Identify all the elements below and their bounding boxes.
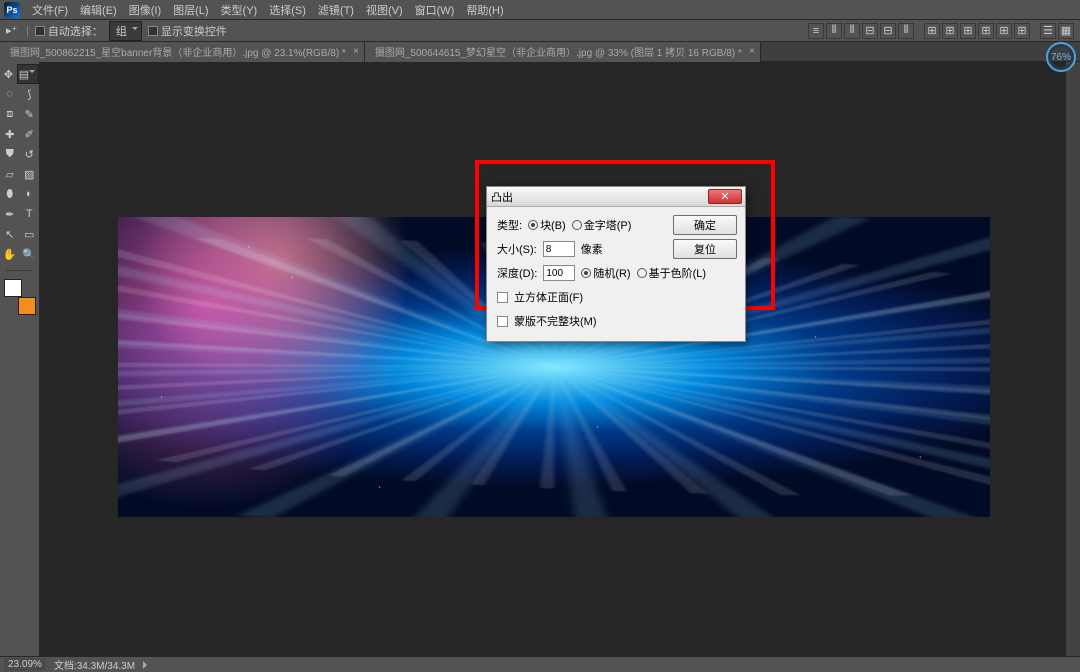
depth-random-radio[interactable]: 随机(R): [581, 265, 630, 281]
type-tool[interactable]: T: [20, 204, 40, 224]
depth-label: 深度(D):: [497, 265, 537, 281]
toolbox: ✥▤ ◌⟆ ⧈✎ ✚✐ ⛊↺ ▱▨ ⬮◐ ✒T ↖▭ ✋🔍: [0, 62, 40, 656]
transform-label: 显示变换控件: [161, 23, 227, 39]
ps-logo: Ps: [4, 2, 20, 18]
shape-tool[interactable]: ▭: [20, 224, 40, 244]
menu-filter[interactable]: 滤镜(T): [312, 2, 360, 18]
auto-select-dropdown[interactable]: 组: [109, 21, 142, 41]
size-unit: 像素: [581, 241, 603, 257]
menu-help[interactable]: 帮助(H): [460, 2, 509, 18]
dist-icon[interactable]: ⊞: [960, 23, 976, 39]
menu-select[interactable]: 选择(S): [263, 2, 312, 18]
solid-front-checkbox[interactable]: [497, 292, 508, 303]
align-icon[interactable]: ⊟: [880, 23, 896, 39]
tab-label: 摄图网_500644615_梦幻星空（非企业商用）.jpg @ 33% (图层 …: [375, 44, 742, 59]
move-tool[interactable]: ✥: [0, 64, 17, 84]
align-icon[interactable]: ⫴: [898, 23, 914, 39]
dist-icon[interactable]: ⊞: [924, 23, 940, 39]
align-icon[interactable]: ⫴: [826, 23, 842, 39]
marquee-tool[interactable]: ◌: [0, 84, 20, 104]
eraser-tool[interactable]: ▱: [0, 164, 20, 184]
dist-icon[interactable]: ⊞: [996, 23, 1012, 39]
pen-tool[interactable]: ✒: [0, 204, 20, 224]
type-block-radio[interactable]: 块(B): [528, 217, 566, 233]
foreground-color[interactable]: [4, 279, 22, 297]
menu-view[interactable]: 视图(V): [360, 2, 409, 18]
eyedropper-tool[interactable]: ✎: [20, 104, 40, 124]
menu-type[interactable]: 类型(Y): [215, 2, 264, 18]
align-icon[interactable]: ≡: [808, 23, 824, 39]
status-menu-arrow[interactable]: [143, 661, 151, 669]
mask-label: 蒙版不完整块(M): [514, 313, 597, 329]
gradient-tool[interactable]: ▨: [20, 164, 40, 184]
doc-size-label: 文档:34.3M/34.3M: [54, 657, 135, 672]
doc-tab-1[interactable]: 摄图网_500862215_星空banner背景（非企业商用）.jpg @ 23…: [0, 42, 365, 62]
blur-tool[interactable]: ⬮: [0, 184, 20, 204]
dist-icon[interactable]: ⊞: [1014, 23, 1030, 39]
size-input[interactable]: [543, 241, 575, 257]
close-icon[interactable]: ×: [353, 46, 359, 57]
solid-front-label: 立方体正面(F): [514, 289, 583, 305]
align-icon[interactable]: ⊟: [862, 23, 878, 39]
dodge-tool[interactable]: ◐: [20, 184, 40, 204]
path-tool[interactable]: ↖: [0, 224, 20, 244]
menu-image[interactable]: 图像(I): [123, 2, 167, 18]
align-icon[interactable]: ⫴: [844, 23, 860, 39]
menu-layer[interactable]: 图层(L): [167, 2, 214, 18]
menu-window[interactable]: 窗口(W): [409, 2, 461, 18]
size-label: 大小(S):: [497, 241, 537, 257]
crop-tool[interactable]: ⧈: [0, 104, 20, 124]
tab-label: 摄图网_500862215_星空banner背景（非企业商用）.jpg @ 23…: [10, 44, 346, 59]
brush-tool[interactable]: ✐: [20, 124, 40, 144]
work-area: [40, 62, 1080, 656]
dialog-title: 凸出: [491, 189, 513, 205]
mask-checkbox[interactable]: [497, 316, 508, 327]
ok-button[interactable]: 确定: [673, 215, 737, 235]
color-swatches[interactable]: [0, 279, 38, 317]
extrude-dialog: 凸出 ✕ 类型: 块(B) 金字塔(P) 确定 大小(S): 像素 复位 深度(…: [486, 186, 746, 342]
reset-button[interactable]: 复位: [673, 239, 737, 259]
vertical-scrollbar[interactable]: [1066, 62, 1080, 656]
close-icon[interactable]: ×: [749, 46, 755, 57]
healing-tool[interactable]: ✚: [0, 124, 20, 144]
lasso-tool[interactable]: ⟆: [20, 84, 40, 104]
auto-select-checkbox[interactable]: 自动选择：: [35, 23, 103, 39]
depth-level-radio[interactable]: 基于色阶(L): [637, 265, 706, 281]
doc-tab-2[interactable]: 摄图网_500644615_梦幻星空（非企业商用）.jpg @ 33% (图层 …: [365, 42, 761, 62]
zoom-level[interactable]: 23.09%: [4, 658, 46, 671]
transform-checkbox[interactable]: 显示变换控件: [148, 23, 227, 39]
background-color[interactable]: [18, 297, 36, 315]
mode-icon[interactable]: ☰: [1040, 23, 1056, 39]
hand-tool[interactable]: ✋: [0, 244, 20, 264]
move-tool-icon: ▸⁺: [6, 24, 20, 38]
artboard-tool[interactable]: ▤: [17, 64, 39, 84]
menu-file[interactable]: 文件(F): [26, 2, 74, 18]
type-pyramid-radio[interactable]: 金字塔(P): [572, 217, 632, 233]
dist-icon[interactable]: ⊞: [942, 23, 958, 39]
align-icons: ≡ ⫴ ⫴ ⊟ ⊟ ⫴ ⊞ ⊞ ⊞ ⊞ ⊞ ⊞ ☰ ▦: [808, 23, 1074, 39]
menu-edit[interactable]: 编辑(E): [74, 2, 123, 18]
stamp-tool[interactable]: ⛊: [0, 144, 20, 164]
dist-icon[interactable]: ⊞: [978, 23, 994, 39]
history-brush-tool[interactable]: ↺: [20, 144, 40, 164]
depth-input[interactable]: [543, 265, 575, 281]
close-button[interactable]: ✕: [708, 189, 742, 204]
type-label: 类型:: [497, 217, 522, 233]
zoom-tool[interactable]: 🔍: [20, 244, 40, 264]
mode-icon[interactable]: ▦: [1058, 23, 1074, 39]
save-progress-indicator: 76%: [1046, 42, 1076, 72]
auto-select-label: 自动选择：: [48, 23, 103, 39]
